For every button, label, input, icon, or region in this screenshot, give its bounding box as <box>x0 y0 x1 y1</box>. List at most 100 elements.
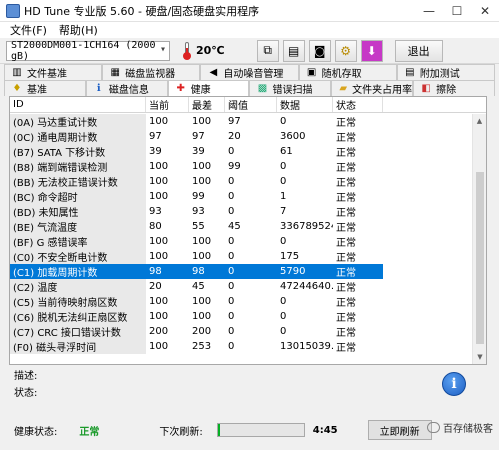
table-row[interactable]: (B7) SATA 下移计数 39 39 0 61 正常 <box>10 144 472 159</box>
attr-current-cell: 100 <box>149 191 169 202</box>
attr-id-cell: (0A) 马达重试计数 <box>10 114 146 129</box>
attr-data-cell: 0 <box>280 176 287 187</box>
status-bar: 健康状态: 正常 下次刷新: 4:45 立即刷新 <box>0 418 499 442</box>
minimize-button[interactable]: — <box>415 0 443 22</box>
refresh-now-button[interactable]: 立即刷新 <box>367 420 432 440</box>
refresh-progress-bar <box>216 423 305 437</box>
options-icon[interactable]: ⚙ <box>334 39 357 62</box>
attr-id-cell: (0C) 通电周期计数 <box>10 129 146 144</box>
table-row[interactable]: (C2) 温度20 45 0 47244640...正常 <box>10 279 472 294</box>
tab-aam[interactable]: ◀ 自动噪音管理 <box>200 64 299 80</box>
attr-worst-cell: 200 <box>192 326 212 337</box>
close-button[interactable]: ✕ <box>471 0 499 22</box>
column-header-status[interactable]: 状态 <box>333 97 383 112</box>
attr-data-cell: 47244640... <box>280 281 333 292</box>
exit-button[interactable]: 退出 <box>394 39 443 62</box>
table-row[interactable]: (B8) 端到端错误检测 100 100 99 0 正常 <box>10 159 472 174</box>
attr-id-cell: (C1) 加载周期计数 <box>10 264 146 279</box>
attr-data-cell: 0 <box>280 311 287 322</box>
scroll-up-icon[interactable]: ▲ <box>473 114 486 128</box>
column-header-current[interactable]: 当前 <box>146 97 189 112</box>
tab-disk-monitor[interactable]: ▦ 磁盘监视器 <box>102 64 201 80</box>
tab-file-benchmark[interactable]: ▥ 文件基准 <box>4 64 103 80</box>
attr-id-cell: (C2) 温度 <box>10 279 146 294</box>
attr-status-cell: 正常 <box>336 298 356 309</box>
wechat-icon <box>427 422 440 433</box>
scroll-down-icon[interactable]: ▼ <box>473 350 486 364</box>
tab-random-access[interactable]: ▣ 随机存取 <box>298 64 397 80</box>
drive-select[interactable]: ST2000DM001-1CH164 (2000 gB) ▾ <box>6 40 170 62</box>
camera-icon[interactable]: ◙ <box>308 39 331 62</box>
tab-label: 健康 <box>190 85 211 96</box>
attr-data-cell: 0 <box>280 296 287 307</box>
table-row[interactable]: (C0) 不安全断电计数 100 100 0 175 正常 <box>10 249 472 264</box>
health-status-value: 正常 <box>79 426 100 438</box>
attr-threshold-cell: 99 <box>228 161 241 172</box>
health-panel: ID 当前 最差 阈值 数据 状态 (0A) 马达重试计数 100 100 97 0 正常… <box>9 96 487 365</box>
attr-status-cell: 正常 <box>336 133 356 144</box>
tab-benchmark[interactable]: ♦ 基准 <box>4 80 86 96</box>
attr-current-cell: 100 <box>149 236 169 247</box>
table-row[interactable]: (BF) G 感错误率 100 100 0 0 正常 <box>10 234 472 249</box>
column-header-data[interactable]: 数据 <box>277 97 333 112</box>
attr-data-cell: 3600 <box>280 131 306 142</box>
attr-threshold-cell: 0 <box>228 206 235 217</box>
table-row[interactable]: (0A) 马达重试计数 100 100 97 0 正常 <box>10 114 472 129</box>
tab-health[interactable]: ✚ 健康 <box>167 80 250 96</box>
table-row[interactable]: (C5) 当前待映射扇区数 100 100 0 0 正常 <box>10 294 472 309</box>
copy-icon[interactable]: ⧉ <box>256 39 279 62</box>
monitor-icon: ▦ <box>110 67 120 78</box>
tab-error-scan[interactable]: ▩ 错误扫描 <box>249 80 332 96</box>
folder-icon: ▰ <box>339 83 348 94</box>
scroll-thumb[interactable] <box>476 172 484 344</box>
speaker-icon: ◀ <box>209 67 218 78</box>
erase-icon: ◧ <box>421 83 431 94</box>
table-row[interactable]: (F0) 磁头寻浮时间100 253 0 13015039...正常 <box>10 339 472 354</box>
attr-status-cell: 正常 <box>336 148 356 159</box>
menu-file[interactable]: 文件(F) <box>4 22 53 38</box>
copy-text-icon[interactable]: ▤ <box>282 39 305 62</box>
watermark: 百存储极客 <box>427 420 493 435</box>
attr-id-cell: (BB) 无法校正错误计数 <box>10 174 146 189</box>
table-row[interactable]: (C6) 脱机无法纠正扇区数 100 100 0 0 正常 <box>10 309 472 324</box>
column-header-worst[interactable]: 最差 <box>189 97 225 112</box>
info-icon[interactable]: i <box>442 372 466 396</box>
tab-row-1: ▥ 文件基准 ▦ 磁盘监视器 ◀ 自动噪音管理 ▣ 随机存取 ▤ 附加测试 <box>4 64 496 80</box>
attr-threshold-cell: 0 <box>228 236 235 247</box>
table-row[interactable]: (C1) 加载周期计数 98 98 0 5790 正常 <box>10 264 472 279</box>
attr-status-cell: 正常 <box>336 283 356 294</box>
table-row[interactable]: (BD) 未知属性 93 93 0 7 正常 <box>10 204 472 219</box>
random-icon: ▣ <box>306 67 317 78</box>
tab-extra-tests[interactable]: ▤ 附加测试 <box>396 64 496 80</box>
table-row[interactable]: (C7) CRC 接口错误计数 200 200 0 0 正常 <box>10 324 472 339</box>
attr-worst-cell: 100 <box>192 251 212 262</box>
vertical-scrollbar[interactable]: ▲ ▼ <box>472 114 486 364</box>
attr-current-cell: 100 <box>149 296 169 307</box>
attr-status-cell: 正常 <box>336 208 356 219</box>
tab-label: 基准 <box>27 85 47 96</box>
column-header-id[interactable]: ID <box>10 97 146 112</box>
attr-threshold-cell: 0 <box>228 296 235 307</box>
tab-label: 磁盘监视器 <box>125 69 176 80</box>
table-row[interactable]: (BC) 命令超时 100 99 0 1 正常 <box>10 189 472 204</box>
attr-id-cell: (C5) 当前待映射扇区数 <box>10 294 146 309</box>
table-row[interactable]: (BE) 气流温度 80 55 45 336789524 正常 <box>10 219 472 234</box>
tab-label: 附加测试 <box>419 69 460 80</box>
download-icon[interactable]: ⬇ <box>360 39 383 62</box>
thermometer-icon <box>182 41 192 60</box>
table-row[interactable]: (BB) 无法校正错误计数 100 100 0 0 正常 <box>10 174 472 189</box>
column-header-threshold[interactable]: 阈值 <box>225 97 277 112</box>
tab-erase[interactable]: ◧ 擦除 <box>413 80 495 96</box>
tab-folder-usage[interactable]: ▰ 文件夹占用率 <box>331 80 414 96</box>
attr-threshold-cell: 0 <box>228 146 235 157</box>
menu-help[interactable]: 帮助(H) <box>53 22 104 38</box>
attr-id-cell: (C6) 脱机无法纠正扇区数 <box>10 309 146 324</box>
tab-disk-info[interactable]: ℹ 磁盘信息 <box>85 80 168 96</box>
table-row[interactable]: (0C) 通电周期计数 97 97 20 3600 正常 <box>10 129 472 144</box>
attr-worst-cell: 93 <box>192 206 205 217</box>
maximize-button[interactable]: ☐ <box>443 0 471 22</box>
attr-worst-cell: 98 <box>189 264 225 279</box>
attr-current-cell: 93 <box>149 206 162 217</box>
tab-row-2: ♦ 基准 ℹ 磁盘信息 ✚ 健康 ▩ 错误扫描 ▰ 文件夹占用率 ◧ 擦除 <box>4 80 495 96</box>
attr-status-cell: 正常 <box>336 328 356 339</box>
